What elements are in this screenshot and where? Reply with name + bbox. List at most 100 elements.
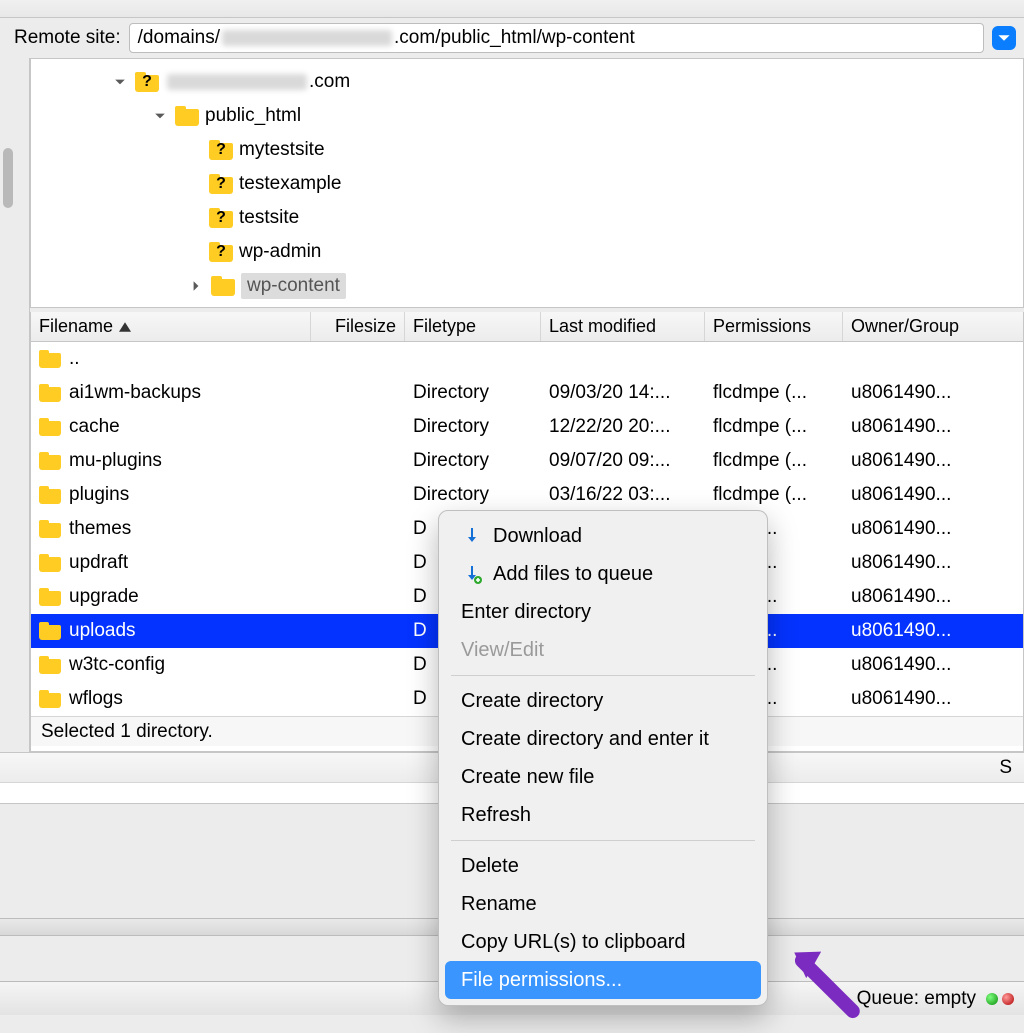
ctx-file-permissions[interactable]: File permissions... bbox=[445, 961, 761, 999]
left-panel-gutter[interactable] bbox=[0, 58, 30, 752]
file-modified: 09/07/20 09:... bbox=[541, 444, 705, 478]
path-suffix: .com/public_html/wp-content bbox=[394, 27, 635, 49]
col-header-filename[interactable]: Filename bbox=[31, 312, 311, 341]
disclosure-closed-icon[interactable] bbox=[187, 277, 205, 295]
question-folder-icon: ? bbox=[135, 72, 159, 92]
file-owner: u8061490... bbox=[843, 478, 1023, 512]
file-modified bbox=[541, 342, 705, 376]
tree-row[interactable]: ? wp-admin bbox=[31, 235, 1023, 269]
context-menu: Download Add files to queue Enter direct… bbox=[438, 510, 768, 1006]
tree-label: testsite bbox=[239, 207, 299, 229]
folder-icon bbox=[39, 486, 61, 504]
redacted-domain bbox=[222, 30, 392, 46]
question-folder-icon: ? bbox=[209, 174, 233, 194]
folder-icon bbox=[39, 656, 61, 674]
queue-status: Queue: empty bbox=[857, 988, 976, 1010]
folder-icon bbox=[39, 452, 61, 470]
file-size bbox=[311, 478, 405, 512]
remote-tree[interactable]: ? .com public_html ? mytestsite ? testex… bbox=[30, 58, 1024, 308]
file-name: plugins bbox=[69, 484, 129, 506]
disclosure-open-icon[interactable] bbox=[151, 107, 169, 125]
col-header-permissions[interactable]: Permissions bbox=[705, 312, 843, 341]
file-type: Directory bbox=[405, 410, 541, 444]
file-list-header: Filename Filesize Filetype Last modified… bbox=[31, 312, 1023, 342]
file-owner: u8061490... bbox=[843, 682, 1023, 716]
file-size bbox=[311, 614, 405, 648]
file-row[interactable]: cacheDirectory12/22/20 20:...flcdmpe (..… bbox=[31, 410, 1023, 444]
ctx-separator bbox=[451, 840, 755, 841]
file-size bbox=[311, 648, 405, 682]
file-owner: u8061490... bbox=[843, 580, 1023, 614]
file-owner: u8061490... bbox=[843, 376, 1023, 410]
status-dot-red bbox=[1002, 993, 1014, 1005]
ctx-create-file[interactable]: Create new file bbox=[445, 758, 761, 796]
file-name: uploads bbox=[69, 620, 136, 642]
tree-row[interactable]: ? testexample bbox=[31, 167, 1023, 201]
tree-row[interactable]: ? mytestsite bbox=[31, 133, 1023, 167]
file-row[interactable]: ai1wm-backupsDirectory09/03/20 14:...flc… bbox=[31, 376, 1023, 410]
tree-label: wp-admin bbox=[239, 241, 321, 263]
log-col-s[interactable]: S bbox=[999, 757, 1020, 779]
file-modified: 03/16/22 03:... bbox=[541, 478, 705, 512]
tree-row[interactable]: ? .com bbox=[31, 65, 1023, 99]
tree-row[interactable]: public_html bbox=[31, 99, 1023, 133]
status-dots bbox=[986, 993, 1014, 1005]
file-row[interactable]: .. bbox=[31, 342, 1023, 376]
file-owner: u8061490... bbox=[843, 648, 1023, 682]
tree-row-selected[interactable]: wp-content bbox=[31, 269, 1023, 303]
file-size bbox=[311, 342, 405, 376]
ctx-create-directory[interactable]: Create directory bbox=[445, 682, 761, 720]
ctx-rename[interactable]: Rename bbox=[445, 885, 761, 923]
ctx-copy-url[interactable]: Copy URL(s) to clipboard bbox=[445, 923, 761, 961]
disclosure-open-icon[interactable] bbox=[111, 73, 129, 91]
col-header-ownergroup[interactable]: Owner/Group bbox=[843, 312, 1023, 341]
file-size bbox=[311, 410, 405, 444]
file-name: wflogs bbox=[69, 688, 123, 710]
tree-label: testexample bbox=[239, 173, 341, 195]
file-owner: u8061490... bbox=[843, 546, 1023, 580]
ctx-add-queue[interactable]: Add files to queue bbox=[445, 555, 761, 593]
path-history-dropdown[interactable] bbox=[992, 26, 1016, 50]
add-queue-icon bbox=[461, 563, 483, 585]
col-header-filetype[interactable]: Filetype bbox=[405, 312, 541, 341]
ctx-enter-directory[interactable]: Enter directory bbox=[445, 593, 761, 631]
file-owner: u8061490... bbox=[843, 444, 1023, 478]
file-row[interactable]: pluginsDirectory03/16/22 03:...flcdmpe (… bbox=[31, 478, 1023, 512]
folder-icon bbox=[175, 106, 199, 126]
folder-icon bbox=[39, 690, 61, 708]
ctx-refresh[interactable]: Refresh bbox=[445, 796, 761, 834]
file-permissions: flcdmpe (... bbox=[705, 444, 843, 478]
file-name: ai1wm-backups bbox=[69, 382, 201, 404]
file-permissions: flcdmpe (... bbox=[705, 376, 843, 410]
folder-icon bbox=[39, 520, 61, 538]
toolbar-strip bbox=[0, 0, 1024, 18]
question-folder-icon: ? bbox=[209, 242, 233, 262]
chevron-down-icon bbox=[997, 31, 1011, 45]
tree-label: mytestsite bbox=[239, 139, 325, 161]
file-type: Directory bbox=[405, 444, 541, 478]
download-icon bbox=[461, 525, 483, 547]
remote-site-path-input[interactable]: /domains/ .com/public_html/wp-content bbox=[129, 23, 984, 53]
annotation-arrow-icon bbox=[771, 937, 880, 1033]
file-name: themes bbox=[69, 518, 131, 540]
file-name: cache bbox=[69, 416, 120, 438]
ctx-delete[interactable]: Delete bbox=[445, 847, 761, 885]
file-owner bbox=[843, 342, 1023, 376]
folder-icon bbox=[39, 350, 61, 368]
tree-row[interactable]: ? testsite bbox=[31, 201, 1023, 235]
file-row[interactable]: mu-plugins Directory09/07/20 09:...flcdmp… bbox=[31, 444, 1023, 478]
col-header-lastmodified[interactable]: Last modified bbox=[541, 312, 705, 341]
sort-asc-icon bbox=[119, 316, 131, 337]
ctx-download[interactable]: Download bbox=[445, 517, 761, 555]
ctx-view-edit: View/Edit bbox=[445, 631, 761, 669]
folder-icon bbox=[211, 276, 235, 296]
tree-label: .com bbox=[165, 71, 350, 93]
path-prefix: /domains/ bbox=[138, 27, 220, 49]
file-size bbox=[311, 546, 405, 580]
status-dot-green bbox=[986, 993, 998, 1005]
file-name: mu-plugins bbox=[69, 450, 162, 472]
file-type: Directory bbox=[405, 376, 541, 410]
folder-icon bbox=[39, 588, 61, 606]
ctx-create-directory-enter[interactable]: Create directory and enter it bbox=[445, 720, 761, 758]
col-header-filesize[interactable]: Filesize bbox=[311, 312, 405, 341]
